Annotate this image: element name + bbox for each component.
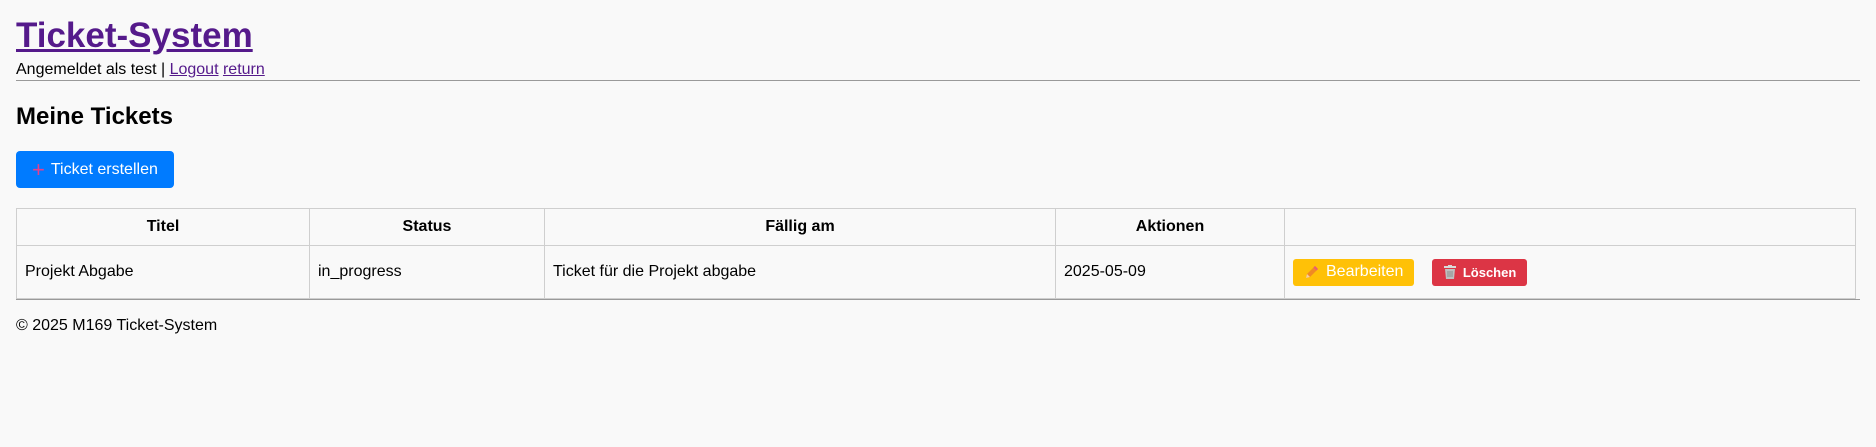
footer-divider	[16, 299, 1860, 300]
footer-text: © 2025 M169 Ticket-System	[16, 317, 218, 334]
cell-description: Ticket für die Projekt abgabe	[544, 245, 1056, 299]
header-divider	[16, 80, 1860, 81]
column-header-empty	[1284, 208, 1856, 246]
logged-in-text: Angemeldet als test |	[16, 61, 166, 78]
edit-button[interactable]: Bearbeiten	[1293, 258, 1415, 286]
trash-icon	[1443, 264, 1457, 280]
plus-icon: +	[32, 156, 45, 182]
cell-status: in_progress	[309, 245, 545, 299]
column-header-actions: Aktionen	[1055, 208, 1285, 246]
delete-label: Löschen	[1462, 264, 1517, 280]
login-status: Angemeldet als test | Logout return	[16, 60, 1860, 80]
column-header-due: Fällig am	[544, 208, 1056, 246]
edit-label: Bearbeiten	[1326, 263, 1404, 280]
table-row: Projekt Abgabe in_progress Ticket für di…	[16, 245, 1856, 299]
delete-button[interactable]: Löschen	[1431, 258, 1528, 286]
table-header-row: Titel Status Fällig am Aktionen	[16, 208, 1856, 246]
cell-due-date: 2025-05-09	[1055, 245, 1285, 299]
pencil-icon	[1304, 264, 1320, 280]
create-ticket-label: Ticket erstellen	[50, 160, 158, 178]
cell-actions: Bearbeiten Löschen	[1284, 245, 1856, 299]
column-header-title: Titel	[16, 208, 310, 246]
return-link[interactable]: return	[223, 61, 265, 78]
create-ticket-button[interactable]: + Ticket erstellen	[16, 151, 174, 188]
page: Ticket-System Angemeldet als test | Logo…	[0, 0, 1876, 335]
page-title: Meine Tickets	[16, 103, 173, 130]
logout-link[interactable]: Logout	[170, 61, 219, 78]
cell-title: Projekt Abgabe	[16, 245, 310, 299]
site-title-link[interactable]: Ticket-System	[16, 16, 253, 56]
tickets-table: Titel Status Fällig am Aktionen Projekt …	[16, 208, 1856, 299]
column-header-status: Status	[309, 208, 545, 246]
